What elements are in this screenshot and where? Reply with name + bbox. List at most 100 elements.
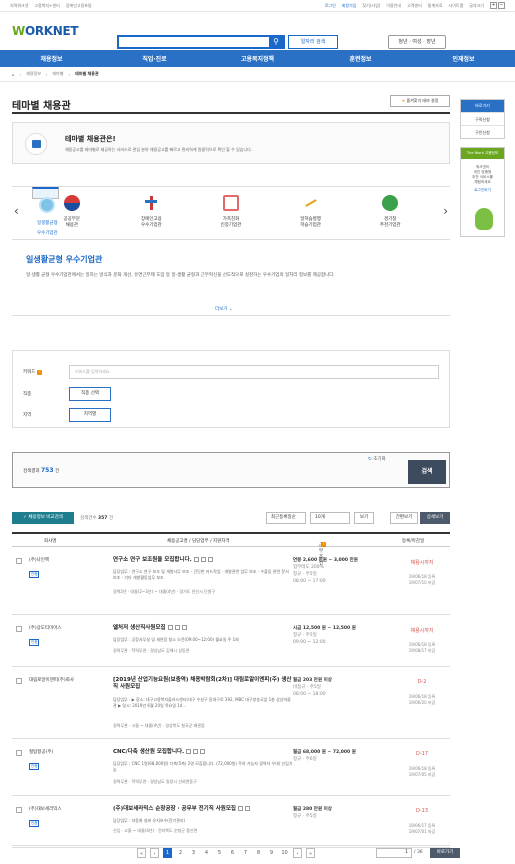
job-list: (주)나인핵 인증 연구소 연구 보조원을 모집합니다. 담당업무 : 연구소 … [12,547,450,848]
table-row[interactable]: 철탑항공(주) 인증 CNC/다축 생산원 모집합니다. 담당업무 : CNC … [12,739,450,796]
region-select-button[interactable]: 지역별 [69,408,111,422]
job-search-button[interactable]: 일자리 검색 [288,35,338,49]
util-link-center[interactable]: 고용복지+센터 [34,3,59,9]
stats-link[interactable]: 통계자료 [428,3,443,9]
support-link[interactable]: 고객센터 [407,3,422,9]
page-link[interactable]: 3 [189,848,198,858]
company-name[interactable]: (주)대보세라믹스 [29,806,62,812]
global-search: ⚲ [117,35,285,49]
page-go-button[interactable]: 바로가기 [430,848,460,858]
font-minus-icon[interactable]: − [498,2,505,9]
row-checkbox[interactable] [16,678,22,684]
deadline-status: 채용시까지 [410,628,434,634]
worknet-logo[interactable]: WORKNET [12,24,79,38]
page-link[interactable]: 4 [202,848,211,858]
nav-talent[interactable]: 인재정보 [412,54,515,63]
map-icon [193,749,199,754]
reset-button[interactable]: ↻ 초기화 [368,456,386,462]
company-name[interactable]: (주)나인핵 [29,557,49,563]
page-link[interactable]: 5 [215,848,224,858]
category-gyeonggi[interactable]: 경기청 추천기업관 [350,187,430,241]
job-dates: 19/06/17 등록 19/07/01 마감 [408,823,436,834]
table-row[interactable]: (주)나인핵 인증 연구소 연구 보조원을 모집합니다. 담당업무 : 연구소 … [12,547,450,615]
job-title[interactable]: (주)대보세라믹스 순창공장 · 공무부 전기직 사원모집 [113,806,293,813]
sort-select[interactable]: 최근등록일순 [266,512,306,524]
company-name[interactable]: 대림로알이엔피(주)회사 [29,677,74,683]
nav-jobs[interactable]: 채용정보 [0,54,103,63]
signup-link[interactable]: 회원가입 [342,3,357,9]
util-link-disabled[interactable]: 장애인고용포털 [66,3,92,9]
prev-page-icon[interactable]: ‹ [150,848,159,858]
sitemap-link[interactable]: 사이트맵 [449,3,464,9]
banner-login-link[interactable]: 로그인하기 [461,188,504,193]
category-disabled[interactable]: 장애인고용 우수기업관 [112,187,192,241]
company-name[interactable]: 철탑항공(주) [29,749,53,755]
detail-view-button[interactable]: 상세보기 [420,512,450,524]
row-checkbox[interactable] [16,558,22,564]
page-link-current[interactable]: 1 [163,848,172,858]
home-icon[interactable]: ⌂ [12,72,15,77]
breadcrumb-item-theme[interactable]: 테마별 [53,71,64,77]
category-work-life[interactable]: 일생활균형 우수기업관 [32,187,59,236]
compare-search-button[interactable]: ✓ 채용정보 비교검색 [12,512,74,524]
side-banner[interactable]: The Work 고용정보 워크넷의 개인 맞춤형 추천 서비스를 체험하세요 … [460,147,505,237]
refresh-icon: ↻ [368,457,372,462]
favorite-theme-button[interactable]: ★ 즐겨찾기 테마 설정 [390,95,450,107]
company-name[interactable]: (주)상도티미어스 [29,625,62,631]
login-link[interactable]: 로그인 [325,3,336,9]
job-desc: 담당업무 : 연구소 연구 보조 및 개발사무 보조 - 간단한 카드작업 - … [113,569,289,580]
nav-welfare[interactable]: 고용복지정책 [206,54,309,63]
keyword-input[interactable]: 키워드를 입력하세요. [69,365,439,379]
job-title[interactable]: CNC/다축 생산원 모집합니다. [113,749,293,756]
audience-tags-button[interactable]: 청년 · 여성 · 장년 [388,35,446,49]
job-title[interactable]: 엘처저 생산직사원모집 [113,625,293,632]
table-row[interactable]: (주)상도티미어스 인증 엘처저 생산직사원모집 담당업무 : 공장사무실 및 … [12,615,450,667]
chevron-right-icon[interactable]: › [443,204,448,218]
family-icon [222,195,239,211]
info-board-icon [25,133,47,155]
view-button[interactable]: 보기 [354,512,374,524]
nav-career[interactable]: 직업·진로 [103,54,206,63]
row-checkbox[interactable] [16,750,22,756]
guide-link[interactable]: 이용안내 [386,3,401,9]
more-button[interactable]: 더보기 ⌄ [215,306,233,312]
quick-job-seek[interactable]: 구직신청 [461,112,504,125]
job-dates: 19/06/18 등록 19/06/20 마감 [408,694,436,705]
breadcrumb-sep: › [45,71,48,77]
search-icon[interactable]: ⚲ [269,37,283,47]
row-checkbox[interactable] [16,807,22,813]
page-link[interactable]: 7 [241,848,250,858]
simple-view-button[interactable]: 간편보기 [390,512,418,524]
first-page-icon[interactable]: « [137,848,146,858]
chevron-left-icon[interactable]: ‹ [14,204,19,218]
font-plus-icon[interactable]: + [490,2,497,9]
table-row[interactable]: (주)대보세라믹스 인증 (주)대보세라믹스 순창공장 · 공무부 전기직 사원… [12,796,450,848]
find-link[interactable]: 찾기(사업) [362,3,380,9]
page-link[interactable]: 9 [267,848,276,858]
page-link[interactable]: 10 [280,848,289,858]
table-row[interactable]: 대림로알이엔피(주)회사 [2019년 산업기능요원(보충역) 채용박람회(2차… [12,667,450,739]
category-family[interactable]: 가족친화 인증기업관 [191,187,271,241]
category-worklearn[interactable]: 일학습병행 학습기업관 [271,187,351,241]
job-title[interactable]: [2019년 산업기능요원(보충역) 채용박람회(2차)] 대림로알이엔피(주)… [113,677,293,691]
job-title[interactable]: 연구소 연구 보조원을 모집합니다. [113,557,293,564]
breadcrumb-item-jobs[interactable]: 채용정보 [26,71,41,77]
next-page-icon[interactable]: › [293,848,302,858]
per-page-select[interactable]: 10개 [310,512,350,524]
mascot-icon [475,208,493,230]
quick-job-offer[interactable]: 구인신청 [461,125,504,138]
job-select-button[interactable]: 직종 선택 [69,387,111,401]
result-count: 검색결과 753 건 [23,467,60,474]
search-input[interactable] [119,37,269,47]
page-link[interactable]: 2 [176,848,185,858]
util-link-local[interactable]: 지역워크넷 [10,3,28,9]
page-number-input[interactable]: 1 [376,848,412,858]
job-meta: 경력2년 · 대졸(2~3년) ~ 대졸(4년) · 경기도 안산시 단원구 [113,589,216,594]
cert-badge: 인증 [29,639,40,646]
page-link[interactable]: 8 [254,848,263,858]
row-checkbox[interactable] [16,626,22,632]
last-page-icon[interactable]: » [306,848,315,858]
page-link[interactable]: 6 [228,848,237,858]
search-button[interactable]: 검색 [408,460,446,484]
nav-training[interactable]: 훈련정보 [309,54,412,63]
